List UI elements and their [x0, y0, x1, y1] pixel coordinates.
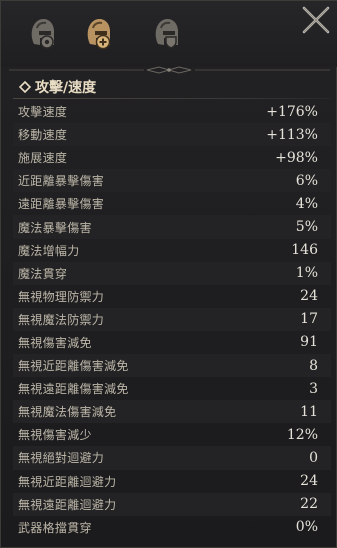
stat-value: 91	[300, 334, 318, 351]
stat-row: 無視魔法防禦力 17	[13, 307, 331, 331]
stat-value: +113%	[266, 126, 318, 143]
stat-value: 17	[300, 311, 318, 328]
stat-value: 6%	[295, 172, 318, 189]
stat-label: 魔法暴擊傷害	[18, 220, 92, 235]
stat-value: 22	[300, 496, 318, 513]
divider	[13, 98, 331, 99]
stat-row: 魔法增幅力 146	[13, 239, 331, 262]
stat-value: 0%	[295, 519, 318, 536]
stat-label: 無視絕對迴避力	[18, 451, 105, 466]
stat-row: 無視近距離傷害減免 8	[13, 354, 331, 378]
stat-label: 移動速度	[18, 128, 68, 143]
stat-label: 無視物理防禦力	[18, 289, 105, 304]
stat-row: 無視遠距離傷害減免 3	[13, 377, 331, 400]
stat-value: +176%	[266, 103, 318, 120]
stat-label: 無視傷害減免	[18, 335, 92, 350]
stat-row: 魔法暴擊傷害 5%	[13, 215, 331, 239]
stat-row: 無視傷害減少 12%	[13, 423, 331, 446]
stat-label: 遠距離暴擊傷害	[18, 197, 105, 212]
stat-label: 武器格擋貫穿	[18, 520, 92, 535]
stat-label: 施展速度	[18, 151, 68, 166]
stat-value: 24	[300, 288, 318, 305]
stat-label: 魔法貫穿	[18, 266, 68, 281]
helmet-plus-icon	[87, 19, 111, 50]
stat-row: 遠距離暴擊傷害 4%	[13, 192, 331, 215]
stat-label: 無視魔法防禦力	[18, 312, 105, 327]
helmet-gear-icon	[31, 19, 54, 49]
stat-row: 近距離暴擊傷害 6%	[13, 169, 331, 193]
stat-list: 攻擊速度 +176% 移動速度 +113% 施展速度 +98% 近距離暴擊傷害 6% 遠距離暴擊…	[13, 100, 331, 539]
stat-value: 8	[309, 357, 318, 374]
stat-value: 11	[300, 403, 318, 420]
stat-label: 近距離暴擊傷害	[18, 174, 105, 189]
stat-label: 魔法增幅力	[18, 243, 80, 258]
header-ornament	[9, 66, 330, 74]
stat-row: 無視遠距離迴避力 22	[13, 492, 331, 516]
stats-panel: 攻擊/速度 攻擊速度 +176% 移動速度 +113% 施展速度 +98% 近距離暴擊傷害 6…	[0, 0, 337, 548]
stat-row: 武器格擋貫穿 0%	[13, 516, 331, 539]
stat-label: 無視傷害減少	[18, 428, 92, 443]
stat-value: 1%	[295, 265, 318, 282]
stat-value: 146	[291, 242, 318, 259]
close-button[interactable]	[300, 4, 332, 36]
stat-row: 攻擊速度 +176%	[13, 100, 331, 123]
tab-bar	[1, 1, 337, 67]
tab-attack-speed[interactable]	[81, 13, 117, 53]
stat-row: 無視近距離迴避力 24	[13, 470, 331, 493]
tab-defense[interactable]	[149, 13, 185, 53]
section-header: 攻擊/速度	[19, 77, 96, 97]
stat-row: 無視傷害減免 91	[13, 331, 331, 354]
stat-value: 4%	[295, 195, 318, 212]
stat-label: 無視近距離迴避力	[18, 474, 117, 489]
helmet-shield-icon	[155, 19, 178, 49]
stat-label: 無視遠距離傷害減免	[18, 382, 129, 397]
stat-label: 無視魔法傷害減免	[18, 405, 117, 420]
diamond-icon	[19, 81, 31, 93]
stat-row: 無視絕對迴避力 0	[13, 446, 331, 470]
stat-value: 5%	[295, 219, 318, 236]
close-icon	[302, 6, 330, 34]
tab-general[interactable]	[25, 13, 61, 53]
stat-value: 12%	[286, 426, 318, 443]
stat-value: +98%	[275, 149, 318, 166]
stat-value: 0	[309, 449, 318, 466]
stat-label: 無視近距離傷害減免	[18, 359, 129, 374]
stat-row: 移動速度 +113%	[13, 123, 331, 147]
stat-label: 無視遠距離迴避力	[18, 497, 117, 512]
stat-label: 攻擊速度	[18, 105, 68, 120]
section-title: 攻擊/速度	[35, 80, 97, 96]
stat-value: 3	[309, 380, 318, 397]
stat-row: 無視魔法傷害減免 11	[13, 400, 331, 424]
stat-row: 無視物理防禦力 24	[13, 285, 331, 308]
stat-row: 施展速度 +98%	[13, 146, 331, 169]
stat-row: 魔法貫穿 1%	[13, 261, 331, 285]
stat-value: 24	[300, 473, 318, 490]
